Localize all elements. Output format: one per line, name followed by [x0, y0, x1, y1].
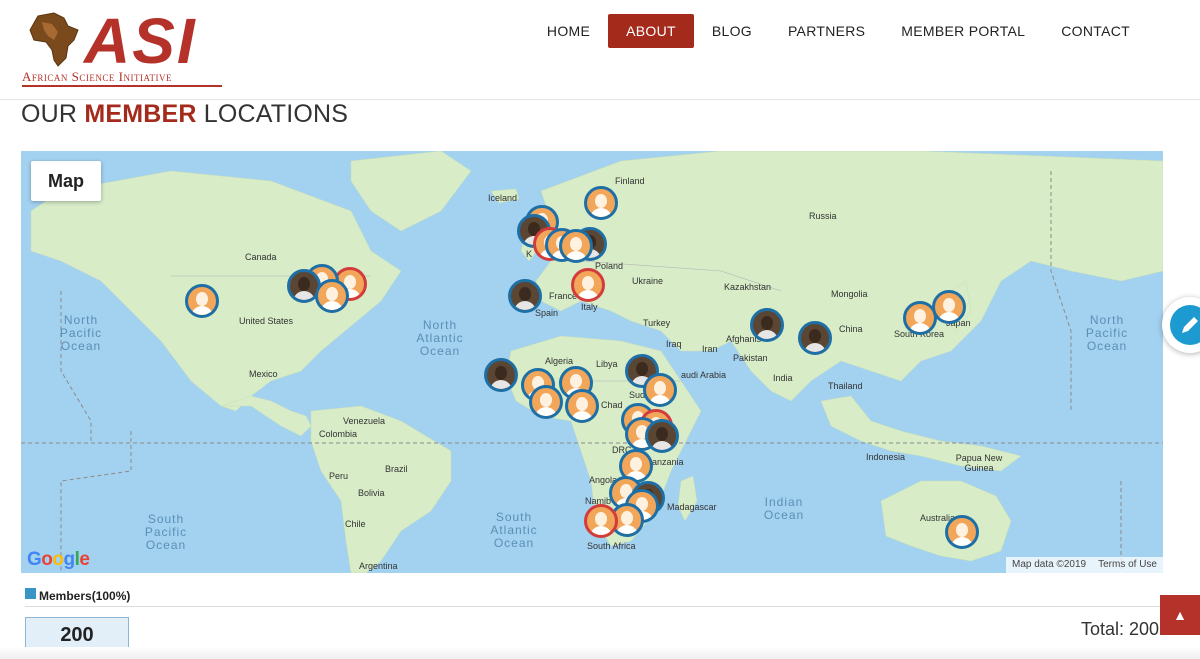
label-china: China	[839, 324, 863, 334]
site-header: ASI African Science Initiative HOME ABOU…	[0, 0, 1200, 100]
legend-label: Members(100%)	[39, 589, 131, 603]
title-prefix: OUR	[21, 100, 85, 128]
total-count: Total: 200	[1080, 619, 1159, 639]
label-russia: Russia	[809, 211, 837, 221]
label-madagascar: Madagascar	[667, 502, 717, 512]
label-peru: Peru	[329, 471, 349, 481]
label-argentina: Argentina	[359, 561, 398, 571]
nav-home[interactable]: HOME	[529, 14, 608, 48]
label-finland: Finland	[615, 176, 645, 186]
label-iran: Iran	[702, 344, 718, 354]
label-canada: Canada	[245, 252, 277, 262]
label-indonesia: Indonesia	[866, 452, 906, 462]
member-marker[interactable]	[945, 515, 979, 549]
label-south-pacific: South Pacific Ocean	[144, 512, 188, 552]
member-marker[interactable]	[584, 186, 618, 220]
member-marker-photo[interactable]	[645, 419, 679, 453]
label-mongolia: Mongolia	[831, 289, 868, 299]
logo-underline	[22, 85, 222, 87]
terms-of-use-link[interactable]: Terms of Use	[1098, 559, 1157, 571]
member-marker[interactable]	[571, 268, 605, 302]
nav-partners[interactable]: PARTNERS	[770, 14, 883, 48]
label-spain: Spain	[535, 308, 559, 318]
label-chile: Chile	[345, 519, 366, 529]
label-colombia: Colombia	[319, 429, 358, 439]
label-kingdom: K	[526, 249, 533, 259]
label-mexico: Mexico	[249, 369, 278, 379]
label-saudi-arabia: audi Arabia	[681, 370, 727, 380]
label-brazil: Brazil	[385, 464, 408, 474]
label-bolivia: Bolivia	[358, 488, 385, 498]
member-marker[interactable]	[643, 373, 677, 407]
logo-wordmark: ASI	[84, 5, 197, 77]
member-map[interactable]: Map Iceland Finland Russia Canada K Pola…	[21, 151, 1163, 573]
member-marker-photo[interactable]	[750, 308, 784, 342]
label-tanzania: anzania	[652, 457, 684, 467]
pencil-icon	[1170, 305, 1200, 345]
label-ukraine: Ukraine	[632, 276, 664, 286]
back-to-top-button[interactable]: ▲	[1160, 595, 1200, 635]
label-papua-new-guinea: Papua New Guinea	[955, 453, 1003, 473]
google-logo[interactable]: Google	[27, 549, 90, 571]
title-suffix: LOCATIONS	[196, 100, 349, 128]
label-libya: Libya	[596, 359, 618, 369]
map-attribution: Map data ©2019 Terms of Use	[1006, 557, 1163, 573]
map-legend: Members(100%)	[25, 587, 131, 603]
logo-subtitle: African Science Initiative	[22, 69, 172, 84]
label-india: India	[773, 373, 793, 383]
member-marker-photo[interactable]	[508, 279, 542, 313]
main-nav: HOME ABOUT BLOG PARTNERS MEMBER PORTAL C…	[529, 14, 1148, 48]
asi-logo[interactable]: ASI African Science Initiative	[22, 5, 232, 90]
label-poland: Poland	[595, 261, 624, 271]
member-marker[interactable]	[584, 504, 618, 538]
label-indian-ocean: Indian Ocean	[763, 495, 805, 522]
label-algeria: Algeria	[545, 356, 574, 366]
label-venezuela: Venezuela	[343, 416, 386, 426]
label-south-africa: South Africa	[587, 541, 636, 551]
label-iceland: Iceland	[488, 193, 518, 203]
member-marker[interactable]	[559, 229, 593, 263]
nav-contact[interactable]: CONTACT	[1043, 14, 1148, 48]
map-type-button[interactable]: Map	[31, 161, 101, 201]
member-marker[interactable]	[529, 385, 563, 419]
africa-map-logo-icon	[29, 12, 79, 67]
nav-blog[interactable]: BLOG	[694, 14, 770, 48]
chevron-up-icon: ▲	[1173, 607, 1187, 623]
member-marker[interactable]	[932, 290, 966, 324]
label-thailand: Thailand	[828, 381, 863, 391]
nav-about[interactable]: ABOUT	[608, 14, 694, 48]
label-iraq: Iraq	[666, 339, 682, 349]
label-united-states: United States	[239, 316, 294, 326]
page-title: OUR MEMBER LOCATIONS	[21, 100, 348, 129]
label-chad: Chad	[601, 400, 623, 410]
title-highlight: MEMBER	[84, 100, 197, 128]
member-marker[interactable]	[185, 284, 219, 318]
label-north-pacific-right: North Pacific Ocean	[1085, 313, 1129, 353]
side-edit-tab[interactable]	[1162, 297, 1200, 353]
page-bottom-edge	[0, 647, 1200, 659]
label-pakistan: Pakistan	[733, 353, 768, 363]
label-south-atlantic: South Atlantic Ocean	[490, 510, 538, 550]
label-kazakhstan: Kazakhstan	[724, 282, 772, 292]
label-italy: Italy	[581, 302, 598, 312]
legend-swatch	[25, 587, 36, 599]
member-marker[interactable]	[565, 389, 599, 423]
label-north-atlantic: North Atlantic Ocean	[416, 318, 464, 358]
legend-divider	[25, 606, 1160, 607]
member-marker-photo[interactable]	[798, 321, 832, 355]
label-north-pacific-left: North Pacific Ocean	[59, 313, 103, 353]
member-marker-photo[interactable]	[484, 358, 518, 392]
nav-member-portal[interactable]: MEMBER PORTAL	[883, 14, 1043, 48]
member-marker[interactable]	[315, 279, 349, 313]
label-turkey: Turkey	[643, 318, 671, 328]
map-data-credit: Map data ©2019	[1012, 559, 1087, 570]
